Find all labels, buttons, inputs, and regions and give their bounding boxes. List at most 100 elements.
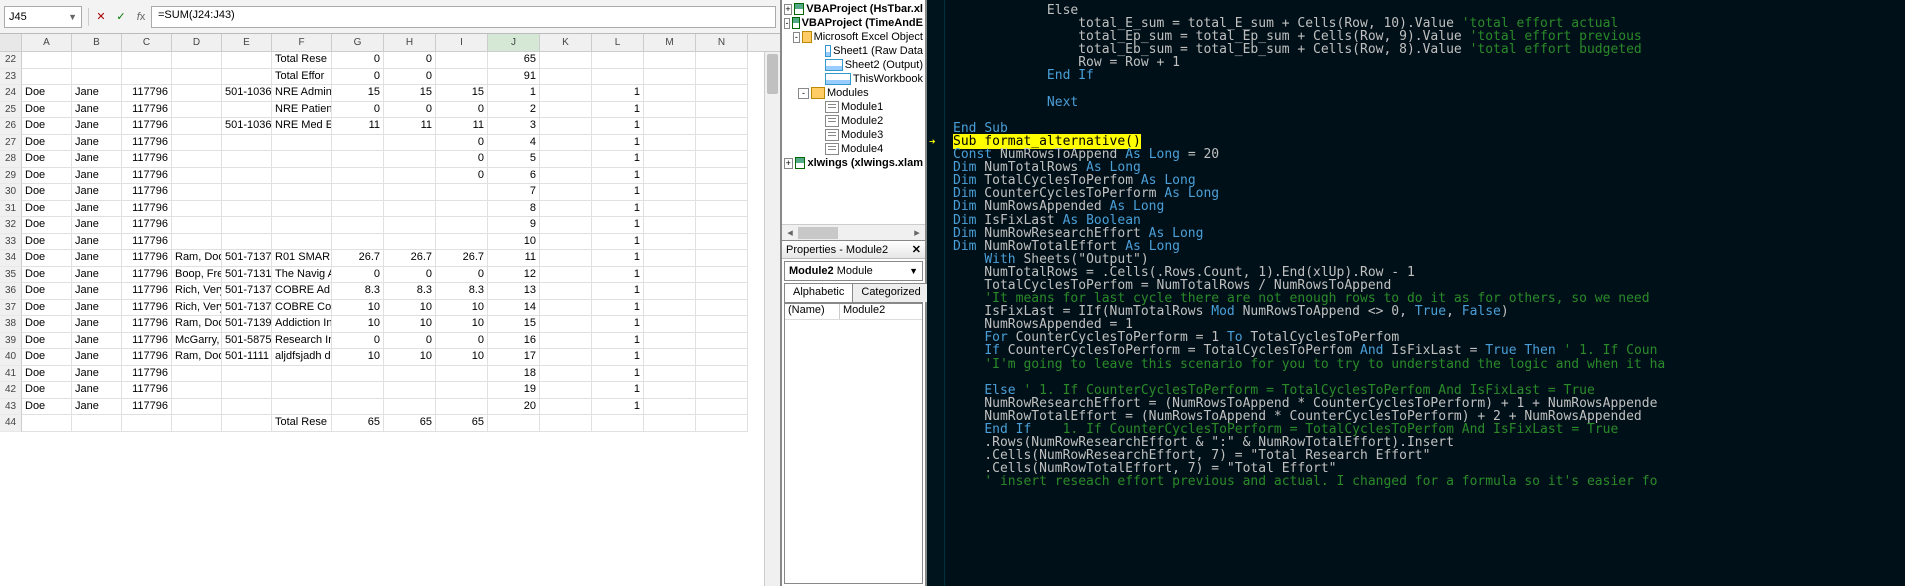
cell-H30[interactable]: [384, 184, 436, 201]
cell-M28[interactable]: [644, 151, 696, 168]
code-line[interactable]: Else ' 1. If CounterCyclesToPerform = To…: [953, 384, 1905, 397]
cell-C33[interactable]: 117796: [122, 234, 172, 251]
cell-I33[interactable]: [436, 234, 488, 251]
cell-A37[interactable]: Doe: [22, 300, 72, 317]
cell-C30[interactable]: 117796: [122, 184, 172, 201]
row-header[interactable]: 43: [0, 399, 22, 416]
cell-I35[interactable]: 0: [436, 267, 488, 284]
cell-H39[interactable]: 0: [384, 333, 436, 350]
cell-B41[interactable]: Jane: [72, 366, 122, 383]
cell-F38[interactable]: Addiction Internal: [272, 316, 332, 333]
cell-C39[interactable]: 117796: [122, 333, 172, 350]
column-header-G[interactable]: G: [332, 34, 384, 51]
cell-C41[interactable]: 117796: [122, 366, 172, 383]
cell-G22[interactable]: 0: [332, 52, 384, 69]
cell-F39[interactable]: Research Internal: [272, 333, 332, 350]
cell-H29[interactable]: [384, 168, 436, 185]
cell-G25[interactable]: 0: [332, 102, 384, 119]
cell-E42[interactable]: [222, 382, 272, 399]
cell-B27[interactable]: Jane: [72, 135, 122, 152]
cell-G34[interactable]: 26.7: [332, 250, 384, 267]
cell-A38[interactable]: Doe: [22, 316, 72, 333]
cell-G44[interactable]: 65: [332, 415, 384, 432]
cell-D34[interactable]: Ram, Dod: [172, 250, 222, 267]
cell-E33[interactable]: [222, 234, 272, 251]
chevron-down-icon[interactable]: ▼: [68, 12, 77, 22]
cell-I27[interactable]: 0: [436, 135, 488, 152]
cell-I39[interactable]: 0: [436, 333, 488, 350]
cell-A25[interactable]: Doe: [22, 102, 72, 119]
cell-B28[interactable]: Jane: [72, 151, 122, 168]
code-line[interactable]: NumTotalRows = .Cells(.Rows.Count, 1).En…: [953, 266, 1905, 279]
cell-D31[interactable]: [172, 201, 222, 218]
cell-N24[interactable]: [696, 85, 748, 102]
cell-L26[interactable]: 1: [592, 118, 644, 135]
property-value[interactable]: Module2: [840, 304, 922, 319]
cell-F29[interactable]: [272, 168, 332, 185]
cell-B25[interactable]: Jane: [72, 102, 122, 119]
cell-J38[interactable]: 15: [488, 316, 540, 333]
row-header[interactable]: 34: [0, 250, 22, 267]
fx-icon[interactable]: fx: [131, 7, 151, 27]
cell-N39[interactable]: [696, 333, 748, 350]
cell-E30[interactable]: [222, 184, 272, 201]
tab-alphabetic[interactable]: Alphabetic: [784, 283, 853, 302]
cell-D33[interactable]: [172, 234, 222, 251]
cell-E24[interactable]: 501-1036: [222, 85, 272, 102]
cell-G27[interactable]: [332, 135, 384, 152]
cell-K38[interactable]: [540, 316, 592, 333]
cell-N22[interactable]: [696, 52, 748, 69]
tree-node[interactable]: -VBAProject (TimeAndE: [784, 16, 923, 30]
cell-A41[interactable]: Doe: [22, 366, 72, 383]
cell-A32[interactable]: Doe: [22, 217, 72, 234]
cell-H44[interactable]: 65: [384, 415, 436, 432]
row-header[interactable]: 40: [0, 349, 22, 366]
cell-F28[interactable]: [272, 151, 332, 168]
cell-I24[interactable]: 15: [436, 85, 488, 102]
cell-C25[interactable]: 117796: [122, 102, 172, 119]
cell-A31[interactable]: Doe: [22, 201, 72, 218]
cell-L37[interactable]: 1: [592, 300, 644, 317]
tree-node[interactable]: -Microsoft Excel Object: [784, 30, 923, 44]
cell-I25[interactable]: 0: [436, 102, 488, 119]
code-line[interactable]: Dim NumRowResearchEffort As Long: [953, 227, 1905, 240]
cell-L31[interactable]: 1: [592, 201, 644, 218]
tree-node[interactable]: Sheet1 (Raw Data: [784, 44, 923, 58]
cell-M32[interactable]: [644, 217, 696, 234]
code-line[interactable]: End Sub: [953, 122, 1905, 135]
cell-M39[interactable]: [644, 333, 696, 350]
cell-M38[interactable]: [644, 316, 696, 333]
cell-M30[interactable]: [644, 184, 696, 201]
row-header[interactable]: 39: [0, 333, 22, 350]
cell-K22[interactable]: [540, 52, 592, 69]
cell-J32[interactable]: 9: [488, 217, 540, 234]
name-box[interactable]: J45 ▼: [4, 6, 82, 28]
cell-G41[interactable]: [332, 366, 384, 383]
cell-F42[interactable]: [272, 382, 332, 399]
cell-B43[interactable]: Jane: [72, 399, 122, 416]
cell-B26[interactable]: Jane: [72, 118, 122, 135]
cell-D23[interactable]: [172, 69, 222, 86]
cell-C34[interactable]: 117796: [122, 250, 172, 267]
cell-L39[interactable]: 1: [592, 333, 644, 350]
tree-node[interactable]: ThisWorkbook: [784, 72, 923, 86]
cell-H22[interactable]: 0: [384, 52, 436, 69]
cell-L23[interactable]: [592, 69, 644, 86]
cell-L43[interactable]: 1: [592, 399, 644, 416]
column-header-F[interactable]: F: [272, 34, 332, 51]
cell-C38[interactable]: 117796: [122, 316, 172, 333]
cell-I31[interactable]: [436, 201, 488, 218]
cell-N32[interactable]: [696, 217, 748, 234]
cell-E39[interactable]: 501-5875: [222, 333, 272, 350]
cell-D27[interactable]: [172, 135, 222, 152]
cell-F30[interactable]: [272, 184, 332, 201]
cell-B44[interactable]: [72, 415, 122, 432]
cell-M43[interactable]: [644, 399, 696, 416]
column-header-D[interactable]: D: [172, 34, 222, 51]
horizontal-scrollbar[interactable]: ◂ ▸: [782, 224, 925, 240]
cell-E32[interactable]: [222, 217, 272, 234]
cell-H41[interactable]: [384, 366, 436, 383]
cell-E38[interactable]: 501-71391: [222, 316, 272, 333]
cell-H35[interactable]: 0: [384, 267, 436, 284]
cell-K40[interactable]: [540, 349, 592, 366]
